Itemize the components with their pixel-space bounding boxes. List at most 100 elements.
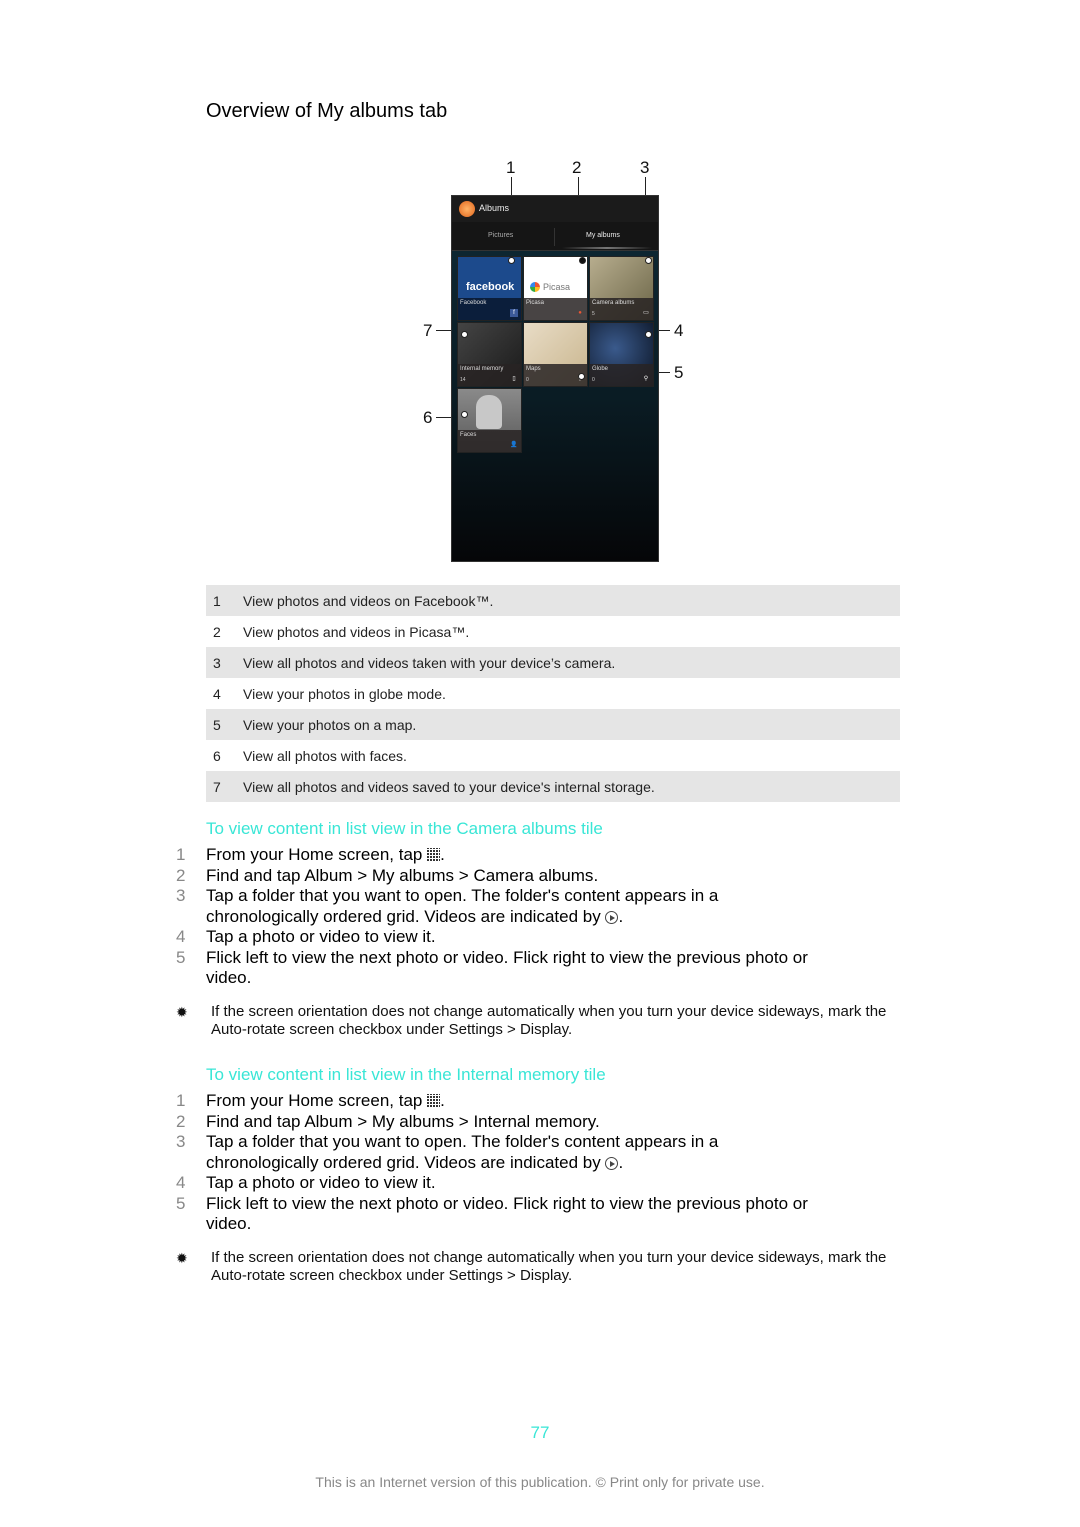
legend-text: View all photos with faces. (243, 747, 407, 764)
person-icon: 👤 (510, 442, 518, 448)
text: > (502, 1021, 520, 1038)
tab-my-albums[interactable]: My albums (586, 232, 620, 239)
step-number: 4 (176, 927, 186, 946)
ui-term: Display (519, 1021, 569, 1038)
page-title: Overview of My albums tab (206, 100, 448, 122)
step: 3 Tap a folder that you want to open. The… (176, 886, 886, 927)
text: From your (206, 845, 289, 864)
tip-text: If the screen orientation does not chang… (211, 1003, 901, 1039)
text: > (454, 865, 474, 885)
step: 2 Find and tap Album > My albums > Intern… (176, 1112, 886, 1133)
callout-6: 6 (423, 408, 433, 427)
ui-term: Settings (448, 1267, 503, 1284)
legend-text: View your photos on a map. (243, 716, 417, 733)
callout-7: 7 (423, 321, 433, 340)
album-app-icon (459, 201, 475, 217)
text: checkbox under (334, 1267, 449, 1284)
step-text: Find and tap Album > My albums > Interna… (206, 1112, 886, 1133)
text: . (618, 1152, 624, 1172)
map-pin-icon: ⚲ (643, 376, 649, 382)
text: Find and tap (206, 1111, 305, 1131)
text: . (595, 1111, 600, 1131)
text: . (568, 1267, 573, 1284)
tile-faces[interactable]: Faces 👤 (457, 388, 522, 453)
legend-row: 1 View photos and videos on Facebook™. (206, 585, 900, 616)
tile-count: 0 (592, 377, 595, 383)
legend-num: 4 (213, 685, 221, 702)
ui-term: Camera albums (473, 865, 594, 885)
step-number: 1 (176, 845, 186, 864)
step-number: 5 (176, 947, 186, 967)
legend-num: 5 (213, 716, 221, 733)
step: 2 Find and tap Album > My albums > Camera… (176, 866, 886, 887)
text: . (593, 865, 599, 885)
legend-text: View photos and videos on Facebook™. (243, 592, 494, 609)
lightbulb-tip-icon: ✹ (176, 1250, 188, 1266)
tile-maps[interactable]: Maps 0 ⚲ (523, 322, 588, 387)
text: . (568, 1021, 573, 1038)
ui-term: Auto-rotate screen (211, 1021, 335, 1038)
ui-term: Auto-rotate screen (211, 1267, 335, 1284)
step-text: Tap a folder that you want to open. The … (206, 886, 786, 927)
legend-num: 6 (213, 747, 221, 764)
steps-internal-memory: 1 From your Home screen, tap . 2 Find and … (176, 1091, 886, 1235)
tile-internal-memory[interactable]: Internal memory 14 ▯ (457, 322, 522, 387)
callout-dot (461, 331, 468, 338)
legend-row: 4 View your photos in globe mode. (206, 678, 900, 709)
tile-facebook[interactable]: facebook Facebook f (457, 256, 522, 321)
text: . (618, 906, 624, 926)
tile-label: Facebook (460, 300, 487, 306)
app-grid-icon (427, 1094, 441, 1107)
step-text: Tap a photo or video to view it. (206, 1173, 436, 1192)
text: If the screen orientation does not chang… (211, 1003, 887, 1020)
step-text: Find and tap Album > My albums > Camera … (206, 866, 886, 887)
picasa-wordmark: Picasa (543, 282, 571, 292)
legend-row: 7 View all photos and videos saved to you… (206, 771, 900, 802)
text: > (502, 1267, 520, 1284)
tab-divider (554, 228, 555, 246)
tile-label: Faces (460, 432, 477, 438)
legend-row: 2 View photos and videos in Picasa™. (206, 616, 900, 647)
step: 4 Tap a photo or video to view it. (176, 927, 886, 948)
picasa-badge-icon: ● (578, 310, 582, 316)
text: Find and tap (206, 865, 305, 885)
phone-screen: Albums Pictures My albums facebook Faceb… (451, 195, 659, 562)
facebook-icon: f (510, 309, 518, 317)
callout-3: 3 (640, 158, 650, 177)
text: Tap a folder that you want to open. The … (206, 886, 719, 926)
face-silhouette-icon (476, 395, 502, 429)
tile-camera-albums[interactable]: Camera albums 5 ▭ (589, 256, 654, 321)
tile-label: Picasa (526, 300, 545, 306)
text: , tap (389, 1091, 428, 1110)
step-number: 5 (176, 1193, 186, 1213)
ui-term: Internal memory (473, 1111, 595, 1131)
callout-dot (645, 257, 652, 264)
step-number: 3 (176, 886, 186, 905)
step: 5 Flick left to view the next photo or vi… (176, 1194, 886, 1235)
tip-note: ✹ If the screen orientation does not cha… (176, 1003, 901, 1039)
section-heading-internal-memory: To view content in list view in the Inte… (206, 1065, 606, 1084)
legend-text: View all photos and videos taken with yo… (243, 654, 616, 671)
step: 4 Tap a photo or video to view it. (176, 1173, 886, 1194)
app-grid-icon (427, 848, 441, 861)
tile-count: 5 (592, 311, 595, 317)
tile-label: Internal memory (460, 366, 504, 372)
tip-text: If the screen orientation does not chang… (211, 1249, 901, 1285)
active-tab-indicator (562, 247, 652, 249)
legend-row: 5 View your photos on a map. (206, 709, 900, 740)
text: From your (206, 1091, 289, 1110)
step-number: 4 (176, 1173, 186, 1192)
tab-pictures[interactable]: Pictures (488, 232, 513, 239)
step-number: 1 (176, 1091, 186, 1110)
section-heading-camera-albums: To view content in list view in the Came… (206, 819, 603, 838)
legend-num: 7 (213, 778, 221, 795)
app-title: Albums (479, 203, 510, 213)
step: 3 Tap a folder that you want to open. The… (176, 1132, 886, 1173)
tile-picasa[interactable]: Picasa Picasa ● (523, 256, 588, 321)
legend-text: View all photos and videos saved to your… (243, 778, 655, 795)
step: 1 From your Home screen, tap . (176, 845, 886, 866)
page-number: 77 (530, 1423, 550, 1442)
camera-icon: ▭ (643, 310, 649, 316)
phone-figure: 1 2 3 4 5 6 7 Albums Pictures My albums … (420, 155, 690, 565)
tile-globe[interactable]: Globe 0 ⚲ (589, 322, 654, 387)
